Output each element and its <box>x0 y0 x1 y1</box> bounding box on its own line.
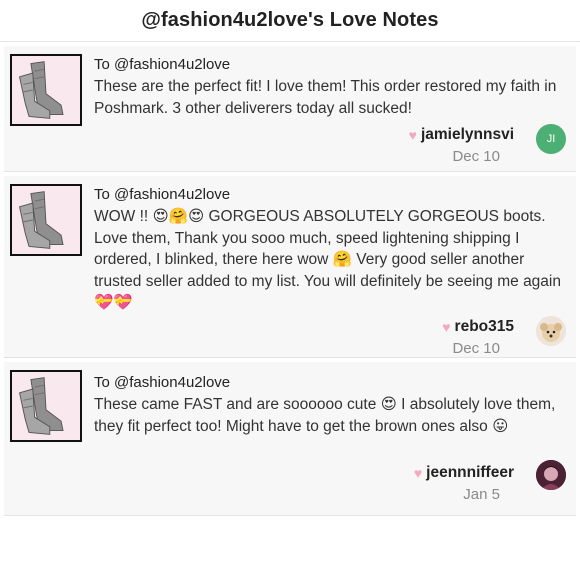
avatar[interactable]: JI <box>536 124 566 154</box>
note-body: To @fashion4u2love These are the perfect… <box>94 56 564 119</box>
note-recipient: To @fashion4u2love <box>94 374 231 391</box>
love-note: To @fashion4u2love WOW !! 😍🤗😍 GORGEOUS A… <box>4 176 576 358</box>
dog-avatar-image <box>536 316 566 346</box>
note-date: Jan 5 <box>463 486 500 503</box>
avatar[interactable] <box>536 316 566 346</box>
boots-image <box>12 186 80 254</box>
heart-icon: ♥ <box>442 319 451 335</box>
note-username[interactable]: jamielynnsvi <box>421 126 514 144</box>
user-avatar-image <box>536 460 566 490</box>
page-title: @fashion4u2love's Love Notes <box>141 9 439 31</box>
note-recipient: To @fashion4u2love <box>94 186 231 203</box>
note-message: These are the perfect fit! I love them! … <box>94 78 557 117</box>
boots-image <box>12 372 80 440</box>
page-header: @fashion4u2love's Love Notes <box>0 0 580 42</box>
listing-thumbnail[interactable] <box>10 184 82 256</box>
note-body: To @fashion4u2love WOW !! 😍🤗😍 GORGEOUS A… <box>94 186 564 314</box>
boots-image <box>12 56 80 124</box>
note-signature: ♥ jamielynnsvi Dec 10 <box>409 126 514 165</box>
heart-icon: ♥ <box>413 465 423 481</box>
note-signature: ♥ rebo315 Dec 10 <box>442 318 514 357</box>
note-message: These came FAST and are soooooo cute 😍 I… <box>94 396 556 435</box>
note-username[interactable]: jeennniffeer <box>426 464 514 482</box>
avatar-initials: JI <box>546 133 556 145</box>
note-body: To @fashion4u2love These came FAST and a… <box>94 374 564 437</box>
love-note: To @fashion4u2love These came FAST and a… <box>4 362 576 516</box>
note-date: Dec 10 <box>452 148 500 165</box>
listing-thumbnail[interactable] <box>10 54 82 126</box>
love-note: To @fashion4u2love These are the perfect… <box>4 46 576 172</box>
heart-icon: ♥ <box>408 127 417 143</box>
note-date: Dec 10 <box>452 340 500 357</box>
note-username[interactable]: rebo315 <box>455 318 514 336</box>
note-message: WOW !! 😍🤗😍 GORGEOUS ABSOLUTELY GORGEOUS … <box>94 208 561 311</box>
listing-thumbnail[interactable] <box>10 370 82 442</box>
note-recipient: To @fashion4u2love <box>94 56 231 73</box>
avatar[interactable] <box>536 460 566 490</box>
note-signature: ♥ jeennniffeer Jan 5 <box>414 464 514 503</box>
